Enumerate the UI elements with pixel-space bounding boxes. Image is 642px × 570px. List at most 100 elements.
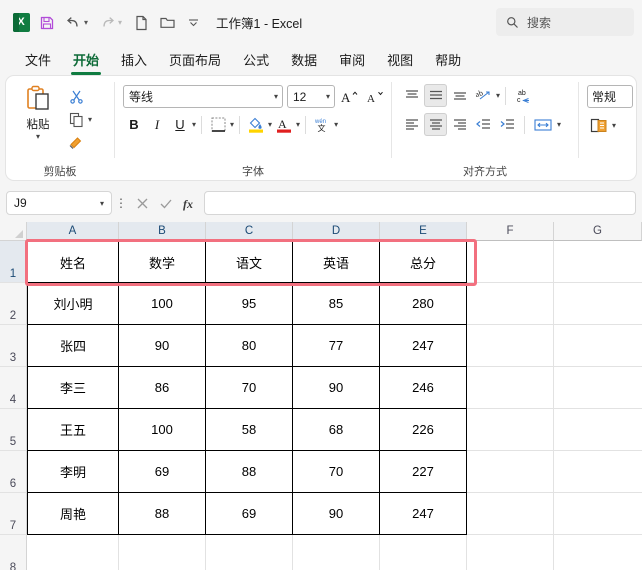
undo-icon[interactable] [60, 10, 86, 36]
copy-dropdown-icon[interactable]: ▾ [88, 115, 92, 124]
cell-b3[interactable]: 90 [119, 325, 206, 367]
redo-dropdown-icon[interactable]: ▾ [118, 18, 122, 27]
tab-insert[interactable]: 插入 [110, 47, 158, 74]
cell-e3[interactable]: 247 [380, 325, 467, 367]
column-header-f[interactable]: F [467, 222, 554, 241]
cell-d1[interactable]: 英语 [293, 241, 380, 283]
tab-help[interactable]: 帮助 [424, 47, 472, 74]
cell-d7[interactable]: 90 [293, 493, 380, 535]
decrease-indent-button[interactable] [472, 113, 495, 136]
column-header-a[interactable]: A [27, 222, 119, 241]
cell-a4[interactable]: 李三 [27, 367, 119, 409]
cut-icon[interactable] [66, 87, 86, 106]
open-folder-icon[interactable] [154, 10, 180, 36]
fill-color-button[interactable] [245, 113, 267, 136]
cell-d4[interactable]: 90 [293, 367, 380, 409]
tab-file[interactable]: 文件 [14, 47, 62, 74]
number-format-input[interactable]: 常规 [587, 85, 633, 108]
undo-dropdown-icon[interactable]: ▾ [84, 18, 88, 27]
italic-button[interactable]: I [146, 113, 168, 136]
cell-b7[interactable]: 88 [119, 493, 206, 535]
row-header-7[interactable]: 7 [0, 493, 27, 535]
font-size-input[interactable]: 12 ▾ [287, 85, 335, 108]
cell-c6[interactable]: 88 [206, 451, 293, 493]
tab-view[interactable]: 视图 [376, 47, 424, 74]
new-file-icon[interactable] [128, 10, 154, 36]
cell-b6[interactable]: 69 [119, 451, 206, 493]
font-size-dropdown-icon[interactable]: ▾ [326, 92, 330, 101]
paste-button[interactable]: 粘贴 ▾ [12, 81, 64, 141]
cell-c7[interactable]: 69 [206, 493, 293, 535]
cell-a3[interactable]: 张四 [27, 325, 119, 367]
number-format-button[interactable] [587, 114, 610, 137]
underline-dropdown-icon[interactable]: ▾ [192, 120, 196, 129]
number-format-dropdown-icon[interactable]: ▾ [612, 121, 616, 130]
font-name-dropdown-icon[interactable]: ▾ [274, 92, 278, 101]
bold-button[interactable]: B [123, 113, 145, 136]
copy-icon[interactable] [66, 110, 86, 129]
cell-c4[interactable]: 70 [206, 367, 293, 409]
tab-data[interactable]: 数据 [280, 47, 328, 74]
row-header-6[interactable]: 6 [0, 451, 27, 493]
cell-a5[interactable]: 王五 [27, 409, 119, 451]
tab-formulas[interactable]: 公式 [232, 47, 280, 74]
cell-e4[interactable]: 246 [380, 367, 467, 409]
paste-dropdown-icon[interactable]: ▾ [36, 133, 40, 141]
cell-a2[interactable]: 刘小明 [27, 283, 119, 325]
align-center-button[interactable] [424, 113, 447, 136]
name-box-dropdown-icon[interactable]: ▾ [100, 199, 104, 208]
cell-e1[interactable]: 总分 [380, 241, 467, 283]
column-header-d[interactable]: D [293, 222, 380, 241]
borders-button[interactable] [207, 113, 229, 136]
row-header-1[interactable]: 1 [0, 241, 27, 283]
cell-d6[interactable]: 70 [293, 451, 380, 493]
increase-indent-button[interactable] [496, 113, 519, 136]
cell-e2[interactable]: 280 [380, 283, 467, 325]
column-header-c[interactable]: C [206, 222, 293, 241]
cell-b5[interactable]: 100 [119, 409, 206, 451]
redo-icon[interactable] [94, 10, 120, 36]
phonetic-guide-dropdown-icon[interactable]: ▾ [334, 120, 338, 129]
cell-a6[interactable]: 李明 [27, 451, 119, 493]
row-header-5[interactable]: 5 [0, 409, 27, 451]
underline-button[interactable]: U [169, 113, 191, 136]
cell-e5[interactable]: 226 [380, 409, 467, 451]
cell-c3[interactable]: 80 [206, 325, 293, 367]
select-all-corner[interactable] [0, 222, 27, 241]
cell-a7[interactable]: 周艳 [27, 493, 119, 535]
font-color-button[interactable]: A [273, 113, 295, 136]
insert-function-icon[interactable]: fx [178, 191, 202, 215]
borders-dropdown-icon[interactable]: ▾ [230, 120, 234, 129]
cancel-entry-icon[interactable] [130, 191, 154, 215]
align-middle-button[interactable] [424, 84, 447, 107]
merge-center-button[interactable] [530, 113, 556, 136]
name-box[interactable]: J9 ▾ [6, 191, 112, 215]
cell-b2[interactable]: 100 [119, 283, 206, 325]
cell-c2[interactable]: 95 [206, 283, 293, 325]
tab-page-layout[interactable]: 页面布局 [158, 47, 232, 74]
font-color-dropdown-icon[interactable]: ▾ [296, 120, 300, 129]
cell-b4[interactable]: 86 [119, 367, 206, 409]
cell-b1[interactable]: 数学 [119, 241, 206, 283]
row-header-8[interactable]: 8 [0, 535, 27, 570]
increase-font-size-button[interactable]: A [339, 86, 361, 108]
row-header-3[interactable]: 3 [0, 325, 27, 367]
tab-home[interactable]: 开始 [62, 47, 110, 75]
formula-bar-options-icon[interactable]: ⋮ [112, 196, 130, 210]
phonetic-guide-button[interactable]: wén 文 [311, 113, 333, 136]
align-right-button[interactable] [448, 113, 471, 136]
column-header-b[interactable]: B [119, 222, 206, 241]
row-header-4[interactable]: 4 [0, 367, 27, 409]
cell-c1[interactable]: 语文 [206, 241, 293, 283]
row-header-2[interactable]: 2 [0, 283, 27, 325]
cell-d3[interactable]: 77 [293, 325, 380, 367]
column-header-g[interactable]: G [554, 222, 642, 241]
decrease-font-size-button[interactable]: A [365, 86, 387, 108]
cell-d5[interactable]: 68 [293, 409, 380, 451]
fill-color-dropdown-icon[interactable]: ▾ [268, 120, 272, 129]
search-box[interactable]: 搜索 [496, 8, 634, 36]
customize-quick-access-icon[interactable] [180, 10, 206, 36]
cell-e6[interactable]: 227 [380, 451, 467, 493]
wrap-text-button[interactable]: ab c [511, 84, 539, 107]
tab-review[interactable]: 审阅 [328, 47, 376, 74]
